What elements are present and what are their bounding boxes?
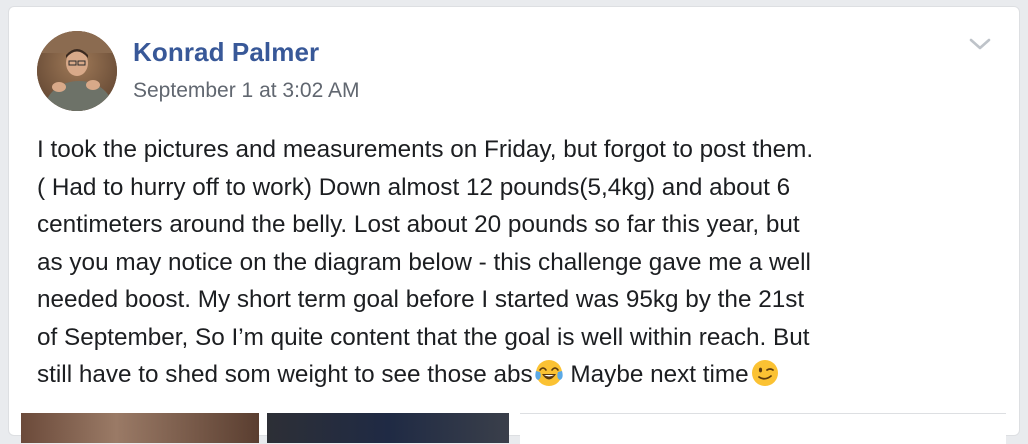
chevron-down-icon[interactable] (967, 35, 993, 53)
post-body-segment: still have to shed som weight to see tho… (37, 361, 533, 388)
post-body-line: ( Had to hurry off to work) Down almost … (37, 173, 791, 201)
post-body: I took the pictures and measurements on … (37, 131, 997, 394)
profile-photo (37, 31, 117, 111)
post-body-line: of September, So I’m quite content that … (37, 323, 810, 351)
post-timestamp[interactable]: September 1 at 3:02 AM (133, 79, 359, 103)
post-card: Konrad Palmer September 1 at 3:02 AM I t… (8, 6, 1020, 444)
post-body-last-line: still have to shed som weight to see tho… (37, 356, 997, 394)
post-body-line: as you may notice on the diagram below -… (37, 248, 811, 276)
avatar[interactable] (37, 31, 117, 111)
author-name[interactable]: Konrad Palmer (133, 37, 319, 68)
winking-face-icon (750, 358, 780, 388)
post-body-line: I took the pictures and measurements on … (37, 136, 814, 163)
post-photo[interactable] (267, 413, 509, 443)
post-photo[interactable] (520, 413, 1006, 444)
post-body-segment: Maybe next time (563, 361, 749, 388)
post-body-line: needed boost. My short term goal before … (37, 286, 805, 313)
post-photo[interactable] (21, 413, 259, 443)
post-body-line: centimeters around the belly. Lost about… (37, 211, 800, 238)
photo-grid (17, 413, 1013, 444)
face-with-tears-of-joy-icon (534, 358, 564, 388)
